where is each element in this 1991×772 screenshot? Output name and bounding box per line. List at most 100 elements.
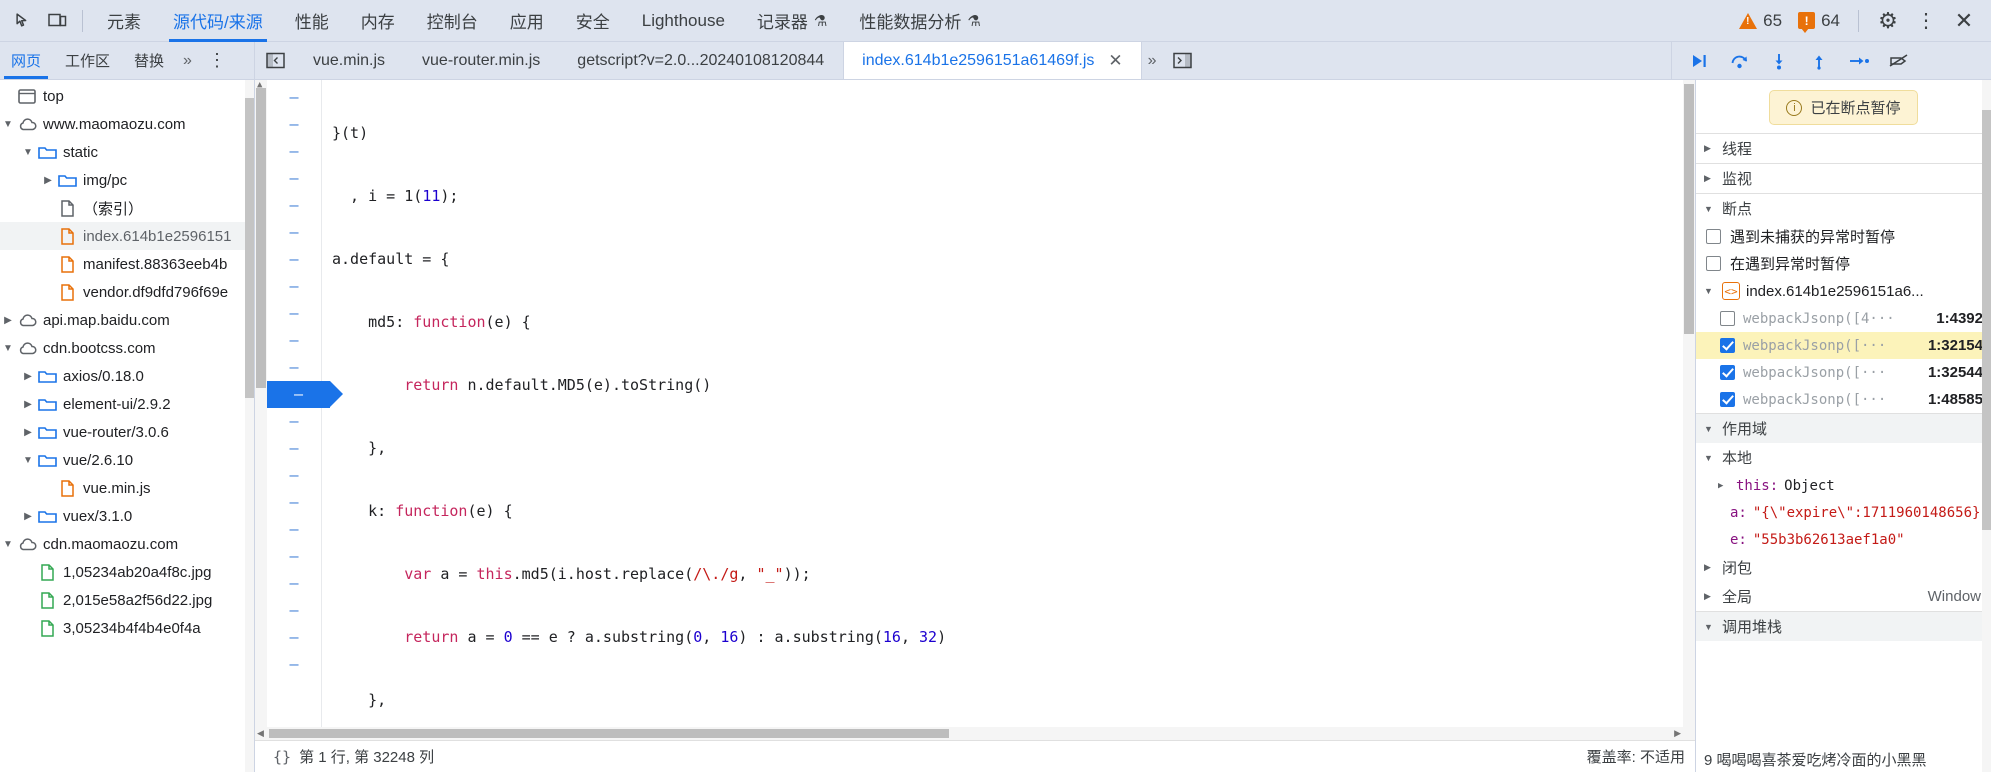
editor-horizontal-scrollbar[interactable]: ◀ ▶ [255, 727, 1695, 740]
step-button[interactable] [1840, 45, 1878, 77]
editor-tab-index-js[interactable]: index.614b1e2596151a61469f.js ✕ [843, 42, 1142, 79]
error-count-badge[interactable]: ! 64 [1792, 11, 1846, 33]
editor-left-scrollbar[interactable]: ▲ [255, 80, 267, 727]
code-line[interactable]: return a = 0 == e ? a.substring(0, 16) :… [322, 624, 1683, 651]
tree-item-axios[interactable]: ▶ axios/0.18.0 [0, 362, 254, 390]
checkbox[interactable] [1706, 229, 1721, 244]
tree-item-index-doc[interactable]: （索引） [0, 194, 254, 222]
twisty[interactable]: ▶ [20, 371, 36, 382]
checkbox[interactable] [1720, 365, 1735, 380]
twisty[interactable]: ▶ [20, 427, 36, 438]
twisty[interactable]: ▶ [20, 399, 36, 410]
gutter-line-breakpoint[interactable]: – [267, 381, 343, 408]
tab-application[interactable]: 应用 [494, 0, 560, 42]
scope-variable-a[interactable]: a: "{\"expire\":1711960148656}" [1696, 499, 1991, 526]
code-line[interactable]: , i = 1(11); [322, 183, 1683, 210]
section-threads[interactable]: ▶ 线程 [1696, 133, 1991, 163]
editor-tabs-overflow-icon[interactable]: » [1142, 42, 1163, 79]
breakpoint-row[interactable]: webpackJsonp([··· 1:48585 [1696, 386, 1991, 413]
warning-count-badge[interactable]: 65 [1733, 11, 1788, 31]
section-watch[interactable]: ▶ 监视 [1696, 163, 1991, 193]
tree-item-manifest-js[interactable]: manifest.88363eeb4b [0, 250, 254, 278]
scope-variable-e[interactable]: e: "55b3b62613aef1a0" [1696, 526, 1991, 553]
chevron-down-icon[interactable]: ▼ [1704, 453, 1716, 463]
editor-tab-vue-min[interactable]: vue.min.js [295, 42, 404, 79]
tree-item-index-js[interactable]: index.614b1e2596151 [0, 222, 254, 250]
tree-item-img-2[interactable]: 2,015e58a2f56d22.jpg [0, 586, 254, 614]
tree-item-vue[interactable]: ▼ vue/2.6.10 [0, 446, 254, 474]
checkbox[interactable] [1720, 311, 1735, 326]
deactivate-breakpoints-button[interactable] [1880, 45, 1918, 77]
navigator-file-tree[interactable]: top ▼ www.maomaozu.com ▼ static ▶ img/pc… [0, 80, 255, 772]
close-tab-icon[interactable]: ✕ [1108, 51, 1122, 71]
dock-panel-icon[interactable] [1163, 42, 1203, 79]
tab-security[interactable]: 安全 [560, 0, 626, 42]
sidebar-scrollbar[interactable] [245, 80, 254, 772]
twisty[interactable]: ▼ [0, 539, 16, 550]
gear-icon[interactable]: ⚙ [1871, 5, 1905, 37]
chevron-down-icon[interactable]: ▼ [1704, 286, 1716, 296]
scope-variable-this[interactable]: ▶ this: Object [1696, 472, 1991, 499]
checkbox[interactable] [1720, 338, 1735, 353]
editor-tab-getscript[interactable]: getscript?v=2.0...20240108120844 [559, 42, 843, 79]
nav-tab-page[interactable]: 网页 [0, 42, 52, 79]
chevron-right-icon[interactable]: ▶ [1704, 562, 1716, 573]
twisty[interactable]: ▶ [40, 175, 56, 186]
code-line[interactable]: }(t) [322, 120, 1683, 147]
step-over-button[interactable] [1720, 45, 1758, 77]
code-line[interactable]: md5: function (e) { [322, 309, 1683, 336]
editor-tab-vue-router-min[interactable]: vue-router.min.js [404, 42, 559, 79]
breakpoint-row[interactable]: webpackJsonp([4··· 1:4392 [1696, 305, 1991, 332]
tree-item-img-1[interactable]: 1,05234ab20a4f8c.jpg [0, 558, 254, 586]
step-out-button[interactable] [1800, 45, 1838, 77]
section-call-stack[interactable]: ▼ 调用堆栈 [1696, 611, 1991, 641]
tree-item-vendor-js[interactable]: vendor.df9dfd796f69e [0, 278, 254, 306]
device-toolbar-icon[interactable] [40, 5, 74, 37]
tree-item-vue-min-js[interactable]: vue.min.js [0, 474, 254, 502]
code-line[interactable]: var a = this .md5(i.host.replace(/\./g, "… [322, 561, 1683, 588]
editor-scroll-thumb[interactable] [256, 88, 266, 388]
source-editor[interactable]: ▲ – – – – – – – – – – – – – – – – – – – … [255, 80, 1695, 727]
twisty[interactable]: ▼ [20, 455, 36, 466]
sidebar-scroll-thumb[interactable] [245, 98, 254, 398]
tab-memory[interactable]: 内存 [345, 0, 411, 42]
editor-code-area[interactable]: }(t) , i = 1(11); a.default = { md5: fun… [322, 80, 1683, 727]
tree-item-img-pc[interactable]: ▶ img/pc [0, 166, 254, 194]
tab-sources[interactable]: 源代码/来源 [157, 0, 279, 42]
twisty[interactable]: ▶ [0, 315, 16, 326]
tree-item-cdn-bootcss[interactable]: ▼ cdn.bootcss.com [0, 334, 254, 362]
debugger-scrollbar[interactable] [1982, 80, 1991, 772]
twisty[interactable]: ▶ [20, 511, 36, 522]
code-line[interactable]: }, [322, 687, 1683, 714]
editor-gutter[interactable]: – – – – – – – – – – – – – – – – – – – – … [267, 80, 343, 727]
tree-item-api-map-baidu[interactable]: ▶ api.map.baidu.com [0, 306, 254, 334]
twisty[interactable]: ▼ [0, 343, 16, 354]
tab-console[interactable]: 控制台 [411, 0, 494, 42]
resume-button[interactable] [1680, 45, 1718, 77]
step-into-button[interactable] [1760, 45, 1798, 77]
tree-item-cdn-maomaozu[interactable]: ▼ cdn.maomaozu.com [0, 530, 254, 558]
show-navigator-icon[interactable] [255, 42, 295, 79]
section-scope[interactable]: ▼ 作用域 [1696, 413, 1991, 443]
chevron-more-icon[interactable]: » [177, 52, 198, 70]
tree-item-img-3[interactable]: 3,05234b4f4b4e0f4a [0, 614, 254, 642]
breakpoint-row-active[interactable]: webpackJsonp([··· 1:32154 [1696, 332, 1991, 359]
code-line[interactable]: k: function (e) { [322, 498, 1683, 525]
kebab-menu-icon[interactable]: ⋮ [1909, 5, 1943, 37]
twisty[interactable]: ▼ [20, 147, 36, 158]
breakpoint-marker[interactable]: – [267, 381, 343, 408]
scope-closure-group[interactable]: ▶ 闭包 [1696, 553, 1991, 582]
tree-item-top[interactable]: top [0, 82, 254, 110]
editor-right-scrollbar[interactable] [1683, 80, 1695, 727]
close-icon[interactable]: ✕ [1947, 5, 1981, 37]
tree-item-static[interactable]: ▼ static [0, 138, 254, 166]
checkbox[interactable] [1706, 256, 1721, 271]
tab-elements[interactable]: 元素 [91, 0, 157, 42]
tree-item-vuex[interactable]: ▶ vuex/3.1.0 [0, 502, 254, 530]
nav-tab-overrides[interactable]: 替换 [123, 42, 175, 79]
chevron-right-icon[interactable]: ▶ [1704, 591, 1716, 602]
twisty[interactable]: ▼ [0, 119, 16, 130]
pause-uncaught-exceptions-row[interactable]: 遇到未捕获的异常时暂停 [1696, 223, 1991, 250]
tree-item-www-maomaozu[interactable]: ▼ www.maomaozu.com [0, 110, 254, 138]
section-breakpoints[interactable]: ▼ 断点 [1696, 193, 1991, 223]
